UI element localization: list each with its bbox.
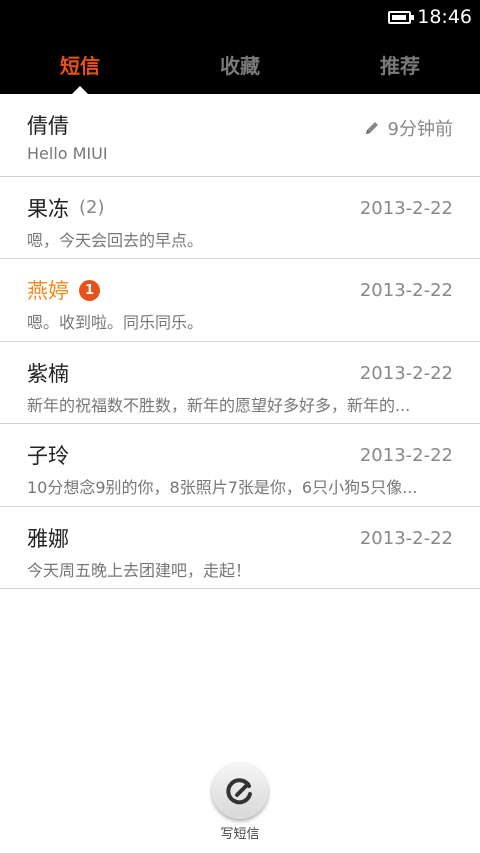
contact-name-text: 燕婷	[27, 279, 69, 303]
pencil-icon	[365, 122, 378, 134]
tab-label: 推荐	[380, 53, 420, 78]
conversation-row[interactable]: 子玲 2013-2-22 10分想念9别的你，8张照片7张是你，6只小狗5只像.…	[0, 424, 480, 507]
message-time: 2013-2-22	[359, 280, 453, 301]
status-time: 18:46	[417, 6, 472, 28]
contact-name-text: 果冻	[27, 196, 69, 221]
message-preview: Hello MIUI	[27, 144, 108, 163]
contact-name: 雅娜	[27, 523, 69, 553]
message-time: 2013-2-22	[359, 197, 453, 219]
tab-label: 短信	[60, 53, 100, 78]
conversation-row[interactable]: 倩倩 9分钟前 Hello MIUI	[0, 94, 480, 177]
time-text: 9分钟前	[387, 119, 453, 140]
contact-name-text: 雅娜	[27, 526, 69, 551]
message-time: 2013-2-22	[359, 445, 453, 466]
message-preview: 新年的祝福数不胜数，新年的愿望好多好多，新年的...	[27, 395, 411, 415]
conversation-row[interactable]: 雅娜 2013-2-22 今天周五晚上去团建吧，走起！	[0, 507, 480, 589]
battery-icon	[388, 10, 415, 24]
compose-icon	[226, 778, 252, 805]
contact-name: 倩倩	[27, 110, 69, 140]
conversation-list: 倩倩 9分钟前 Hello MIUI 果冻 (2) 2013-2-22 嗯，今天…	[0, 94, 480, 589]
message-time: 2013-2-22	[359, 362, 453, 384]
message-preview: 嗯，今天会回去的早点。	[27, 230, 204, 250]
unread-badge: 1	[79, 279, 100, 301]
message-count: (2)	[79, 197, 105, 218]
message-time: 2013-2-22	[359, 527, 453, 549]
tab-favorites[interactable]: 收藏	[160, 34, 320, 94]
conversation-row[interactable]: 紫楠 2013-2-22 新年的祝福数不胜数，新年的愿望好多好多，新年的...	[0, 342, 480, 424]
contact-name: 果冻 (2)	[27, 193, 105, 223]
compose-button[interactable]	[212, 763, 268, 819]
status-bar: 18:46	[0, 0, 480, 34]
tab-recommend[interactable]: 推荐	[320, 34, 480, 94]
compose-label: 写短信	[220, 827, 260, 842]
message-preview: 今天周五晚上去团建吧，走起！	[27, 560, 252, 580]
battery-level	[392, 14, 406, 20]
contact-name-text: 子玲	[27, 444, 69, 468]
contact-name-text: 紫楠	[27, 361, 69, 386]
conversation-row[interactable]: 燕婷 1 2013-2-22 嗯。收到啦。同乐同乐。	[0, 259, 480, 342]
contact-name: 燕婷 1	[27, 275, 100, 305]
message-time: 9分钟前	[364, 115, 453, 141]
conversation-row[interactable]: 果冻 (2) 2013-2-22 嗯，今天会回去的早点。	[0, 177, 480, 259]
contact-name: 紫楠	[27, 358, 69, 388]
message-preview: 10分想念9别的你，8张照片7张是你，6只小狗5只像...	[27, 478, 418, 497]
message-preview: 嗯。收到啦。同乐同乐。	[27, 313, 204, 332]
tab-label: 收藏	[220, 53, 260, 78]
contact-name: 子玲	[27, 440, 69, 470]
contact-name-text: 倩倩	[27, 114, 69, 138]
tab-bar: 短信 收藏 推荐	[0, 34, 480, 95]
tab-messages[interactable]: 短信	[0, 34, 160, 95]
